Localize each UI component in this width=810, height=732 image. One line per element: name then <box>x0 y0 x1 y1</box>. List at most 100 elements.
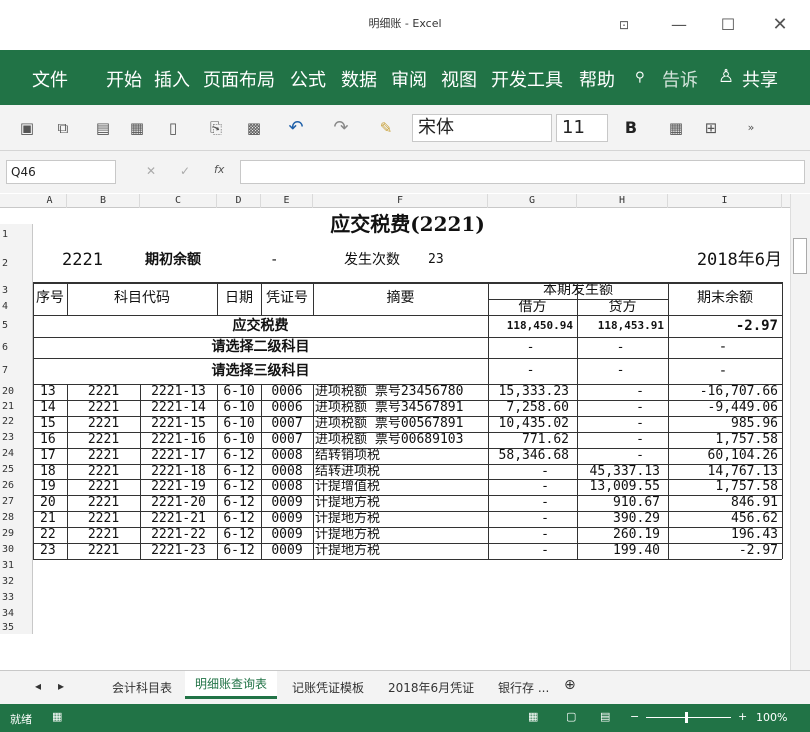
row-header[interactable]: 4 <box>0 299 33 315</box>
row-sub-code[interactable]: 2221-19 <box>140 479 217 494</box>
row-header[interactable]: 3 <box>0 282 33 299</box>
row-debit[interactable]: - <box>488 495 569 510</box>
level3-row-debit[interactable]: - <box>488 358 573 384</box>
zoom-out-icon[interactable]: − <box>630 710 639 723</box>
font-size-select[interactable]: 11 <box>556 114 608 142</box>
row-code[interactable]: 2221 <box>67 400 140 415</box>
row-code[interactable]: 2221 <box>67 464 140 479</box>
row-voucher[interactable]: 0009 <box>261 527 313 542</box>
row-summary[interactable]: 计提地方税 <box>315 511 488 526</box>
row-date[interactable]: 6-12 <box>217 527 261 542</box>
row-balance[interactable]: -16,707.66 <box>668 384 778 399</box>
scroll-thumb[interactable] <box>793 238 807 274</box>
row-sub-code[interactable]: 2221-14 <box>140 400 217 415</box>
tab-home[interactable]: 开始 <box>106 66 142 92</box>
fx-icon[interactable]: fx <box>214 163 224 176</box>
row-summary[interactable]: 结转销项税 <box>315 448 488 463</box>
add-sheet-icon[interactable]: ⊕ <box>564 677 576 693</box>
row-date[interactable]: 6-10 <box>217 416 261 431</box>
row-header[interactable]: 22 <box>0 414 33 430</box>
row-code[interactable]: 2221 <box>67 511 140 526</box>
save-as-icon[interactable]: ⧉ <box>52 117 74 139</box>
tab-data[interactable]: 数据 <box>341 66 377 92</box>
row-credit[interactable]: 13,009.55 <box>577 479 660 494</box>
vertical-scrollbar[interactable] <box>790 194 810 670</box>
sheet-tab-bank[interactable]: 银行存 ... <box>498 679 549 696</box>
row-header[interactable]: 24 <box>0 446 33 462</box>
row-header[interactable]: 21 <box>0 399 33 414</box>
total-row-balance[interactable]: -2.97 <box>668 315 778 337</box>
enter-icon[interactable]: ✓ <box>180 164 190 178</box>
row-seq[interactable]: 20 <box>33 495 67 510</box>
row-voucher[interactable]: 0009 <box>261 543 313 558</box>
row-summary[interactable]: 计提地方税 <box>315 495 488 510</box>
row-code[interactable]: 2221 <box>67 543 140 558</box>
row-balance[interactable]: 985.96 <box>668 416 778 431</box>
row-balance[interactable]: 60,104.26 <box>668 448 778 463</box>
row-balance[interactable]: 1,757.58 <box>668 432 778 447</box>
undo-icon[interactable]: ↶ <box>285 117 307 139</box>
row-date[interactable]: 6-12 <box>217 511 261 526</box>
opening-label[interactable]: 期初余额 <box>145 247 225 273</box>
formula-input[interactable] <box>240 160 805 184</box>
count-label[interactable]: 发生次数 <box>344 247 410 273</box>
row-balance[interactable]: 14,767.13 <box>668 464 778 479</box>
total-row-debit[interactable]: 118,450.94 <box>488 315 573 337</box>
row-debit[interactable]: 10,435.02 <box>488 416 569 431</box>
tell-me-box[interactable]: 告诉 <box>662 66 698 92</box>
row-debit[interactable]: - <box>488 527 569 542</box>
grid-icon[interactable]: ⊞ <box>700 117 722 139</box>
row-header[interactable]: 5 <box>0 315 33 337</box>
row-debit[interactable]: 7,258.60 <box>488 400 569 415</box>
prev-sheet-icon[interactable]: ◂ <box>35 679 41 693</box>
row-seq[interactable]: 14 <box>33 400 67 415</box>
row-summary[interactable]: 进项税额 票号00567891 <box>315 416 488 431</box>
row-voucher[interactable]: 0008 <box>261 448 313 463</box>
row-header[interactable]: 32 <box>0 574 33 590</box>
period[interactable]: 2018年6月 <box>668 247 782 273</box>
row-summary[interactable]: 计提地方税 <box>315 527 488 542</box>
row-date[interactable]: 6-10 <box>217 432 261 447</box>
row-balance[interactable]: -9,449.06 <box>668 400 778 415</box>
format-painter-icon[interactable]: ✎ <box>375 117 397 139</box>
level3-row-credit[interactable]: - <box>577 358 664 384</box>
row-seq[interactable]: 19 <box>33 479 67 494</box>
macro-icon[interactable]: ▦ <box>52 710 62 723</box>
paste-icon[interactable]: ⎘ <box>205 117 227 139</box>
sheet-tab-ledger[interactable]: 明细账查询表 <box>185 671 278 699</box>
row-balance[interactable]: -2.97 <box>668 543 778 558</box>
row-code[interactable]: 2221 <box>67 448 140 463</box>
header-seq[interactable]: 序号 <box>33 282 67 315</box>
borders-icon[interactable]: ▦ <box>665 117 687 139</box>
row-sub-code[interactable]: 2221-17 <box>140 448 217 463</box>
row-date[interactable]: 6-12 <box>217 495 261 510</box>
row-debit[interactable]: - <box>488 543 569 558</box>
row-voucher[interactable]: 0006 <box>261 400 313 415</box>
row-credit[interactable]: - <box>577 432 660 447</box>
row-credit[interactable]: 910.67 <box>577 495 660 510</box>
row-debit[interactable]: - <box>488 479 569 494</box>
level2-row-balance[interactable]: - <box>668 337 778 358</box>
row-credit[interactable]: - <box>577 416 660 431</box>
row-debit[interactable]: 58,346.68 <box>488 448 569 463</box>
row-date[interactable]: 6-10 <box>217 400 261 415</box>
level2-row-debit[interactable]: - <box>488 337 573 358</box>
tab-help[interactable]: 帮助 <box>579 66 615 92</box>
row-summary[interactable]: 结转进项税 <box>315 464 488 479</box>
row-voucher[interactable]: 0009 <box>261 495 313 510</box>
save-icon[interactable]: ▣ <box>16 117 38 139</box>
row-seq[interactable]: 22 <box>33 527 67 542</box>
row-header[interactable]: 20 <box>0 384 33 399</box>
zoom-thumb[interactable] <box>685 712 688 723</box>
row-balance[interactable]: 1,757.58 <box>668 479 778 494</box>
header-voucher[interactable]: 凭证号 <box>261 282 313 315</box>
row-credit[interactable]: 45,337.13 <box>577 464 660 479</box>
row-header[interactable]: 34 <box>0 606 33 622</box>
row-credit[interactable]: - <box>577 384 660 399</box>
row-voucher[interactable]: 0007 <box>261 432 313 447</box>
tab-developer[interactable]: 开发工具 <box>491 66 563 92</box>
level2-row-credit[interactable]: - <box>577 337 664 358</box>
row-header[interactable]: 30 <box>0 542 33 558</box>
row-sub-code[interactable]: 2221-23 <box>140 543 217 558</box>
redo-icon[interactable]: ↷ <box>330 117 352 139</box>
